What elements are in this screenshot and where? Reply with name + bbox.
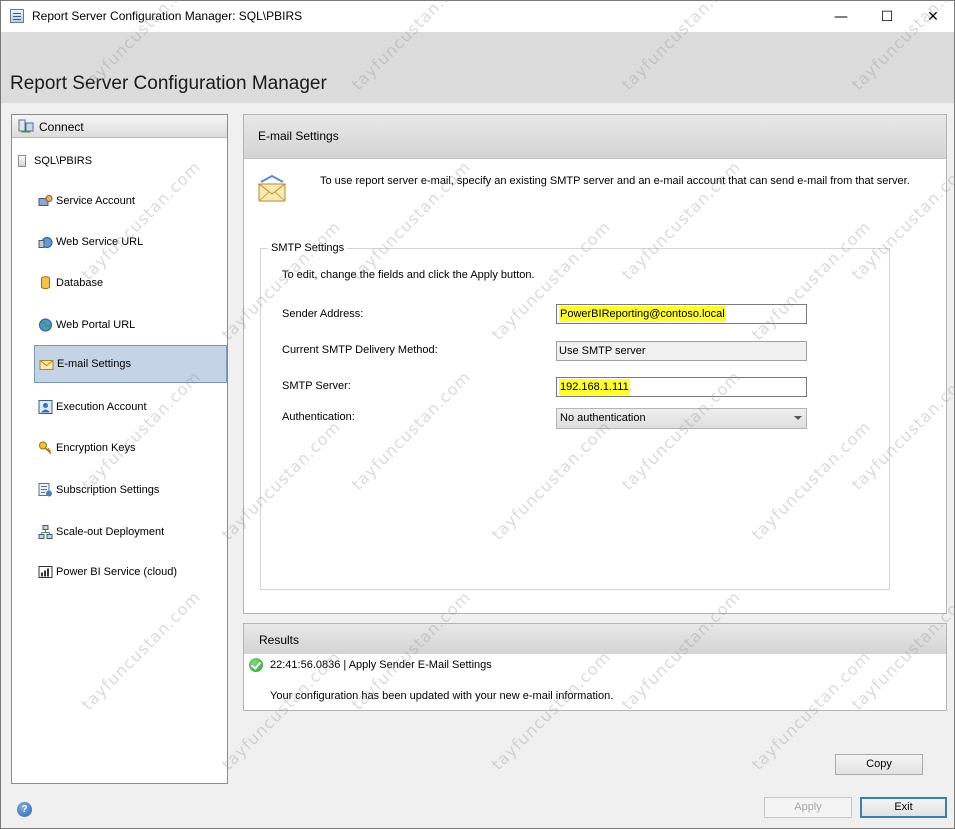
copy-button[interactable]: Copy: [835, 754, 923, 775]
minimize-button[interactable]: —: [818, 1, 864, 32]
delivery-method-label: Current SMTP Delivery Method:: [282, 344, 438, 356]
smtp-server-label: SMTP Server:: [282, 380, 351, 392]
results-panel: Results 22:41:56.0836 | Apply Sender E-M…: [243, 623, 947, 711]
sidebar-item-encryption-keys[interactable]: Encryption Keys: [34, 429, 227, 467]
result-entry: 22:41:56.0836 | Apply Sender E-Mail Sett…: [270, 659, 492, 671]
close-button[interactable]: ✕: [910, 1, 955, 32]
sidebar-item-web-service-url[interactable]: Web Service URL: [34, 223, 227, 261]
authentication-label: Authentication:: [282, 411, 355, 423]
app-header: Report Server Configuration Manager: [1, 32, 954, 103]
web-service-url-icon: [38, 237, 53, 248]
smtp-server-field[interactable]: 192.168.1.111: [556, 377, 807, 397]
panel-header: E-mail Settings: [244, 115, 946, 159]
help-icon[interactable]: ?: [17, 802, 32, 817]
service-account-icon: [38, 195, 53, 206]
sender-address-value: PowerBIReporting@contoso.local: [559, 306, 726, 322]
sidebar-item-service-account[interactable]: Service Account: [34, 182, 227, 220]
sidebar-item-label: Power BI Service (cloud): [56, 566, 178, 578]
authentication-value: No authentication: [560, 412, 646, 424]
smtp-server-value: 192.168.1.111: [559, 379, 630, 395]
sidebar-item-execution-account[interactable]: Execution Account: [34, 388, 227, 426]
window-title: Report Server Configuration Manager: SQL…: [32, 9, 303, 23]
envelope-icon: [258, 175, 286, 202]
email-icon: [39, 360, 54, 370]
sidebar-item-label: Database: [56, 277, 104, 289]
intro-text: To use report server e-mail, specify an …: [320, 175, 910, 187]
smtp-settings-legend: SMTP Settings: [268, 242, 348, 254]
scale-out-icon: [38, 525, 53, 539]
result-message: Your configuration has been updated with…: [270, 690, 614, 702]
apply-button[interactable]: Apply: [764, 797, 852, 818]
app-icon: [10, 9, 24, 23]
sidebar-item-label: Service Account: [56, 195, 135, 207]
chevron-down-icon: [794, 416, 802, 420]
sender-address-field[interactable]: PowerBIReporting@contoso.local: [556, 304, 807, 324]
smtp-settings-group: SMTP Settings To edit, change the fields…: [260, 242, 890, 590]
sender-address-label: Sender Address:: [282, 308, 364, 320]
success-check-icon: [249, 658, 263, 672]
delivery-method-field: Use SMTP server: [556, 341, 807, 361]
sidebar-item-label: E-mail Settings: [57, 358, 131, 370]
power-bi-icon: [38, 566, 53, 578]
sidebar-item-label: Encryption Keys: [56, 442, 136, 454]
sidebar-item-database[interactable]: Database: [34, 264, 227, 302]
sidebar-item-subscription-settings[interactable]: Subscription Settings: [34, 471, 227, 509]
database-icon: [41, 276, 50, 290]
sidebar-item-web-portal-url[interactable]: Web Portal URL: [34, 306, 227, 344]
results-header: Results: [244, 624, 946, 654]
execution-account-icon: [38, 400, 53, 414]
server-label: SQL\PBIRS: [34, 155, 93, 167]
results-title: Results: [259, 633, 300, 647]
title-bar: Report Server Configuration Manager: SQL…: [1, 1, 954, 32]
server-icon: [18, 155, 26, 167]
key-icon: [39, 441, 52, 455]
edit-instructions: To edit, change the fields and click the…: [282, 269, 535, 281]
sidebar-item-email-settings[interactable]: E-mail Settings: [34, 345, 227, 383]
exit-button[interactable]: Exit: [860, 797, 947, 818]
authentication-select[interactable]: No authentication: [556, 408, 807, 429]
email-settings-panel: E-mail Settings To use report server e-m…: [243, 114, 947, 614]
maximize-button[interactable]: ☐: [864, 1, 910, 32]
app-window: Report Server Configuration Manager: SQL…: [0, 0, 955, 829]
sidebar: Connect SQL\PBIRS Service Account Web Se…: [11, 114, 228, 784]
sidebar-item-power-bi-service[interactable]: Power BI Service (cloud): [34, 553, 227, 591]
sidebar-item-scale-out-deployment[interactable]: Scale-out Deployment: [34, 513, 227, 551]
sidebar-item-label: Execution Account: [56, 401, 147, 413]
sidebar-item-label: Web Service URL: [56, 236, 144, 248]
panel-title: E-mail Settings: [258, 129, 339, 143]
globe-icon: [39, 318, 52, 332]
subscription-icon: [38, 483, 52, 497]
sidebar-item-label: Scale-out Deployment: [56, 526, 165, 538]
page-title: Report Server Configuration Manager: [10, 73, 327, 94]
sidebar-item-label: Subscription Settings: [56, 484, 160, 496]
connect-icon: [18, 119, 34, 133]
connect-label: Connect: [39, 120, 84, 134]
connect-button[interactable]: Connect: [12, 115, 227, 138]
sidebar-item-label: Web Portal URL: [56, 319, 136, 331]
